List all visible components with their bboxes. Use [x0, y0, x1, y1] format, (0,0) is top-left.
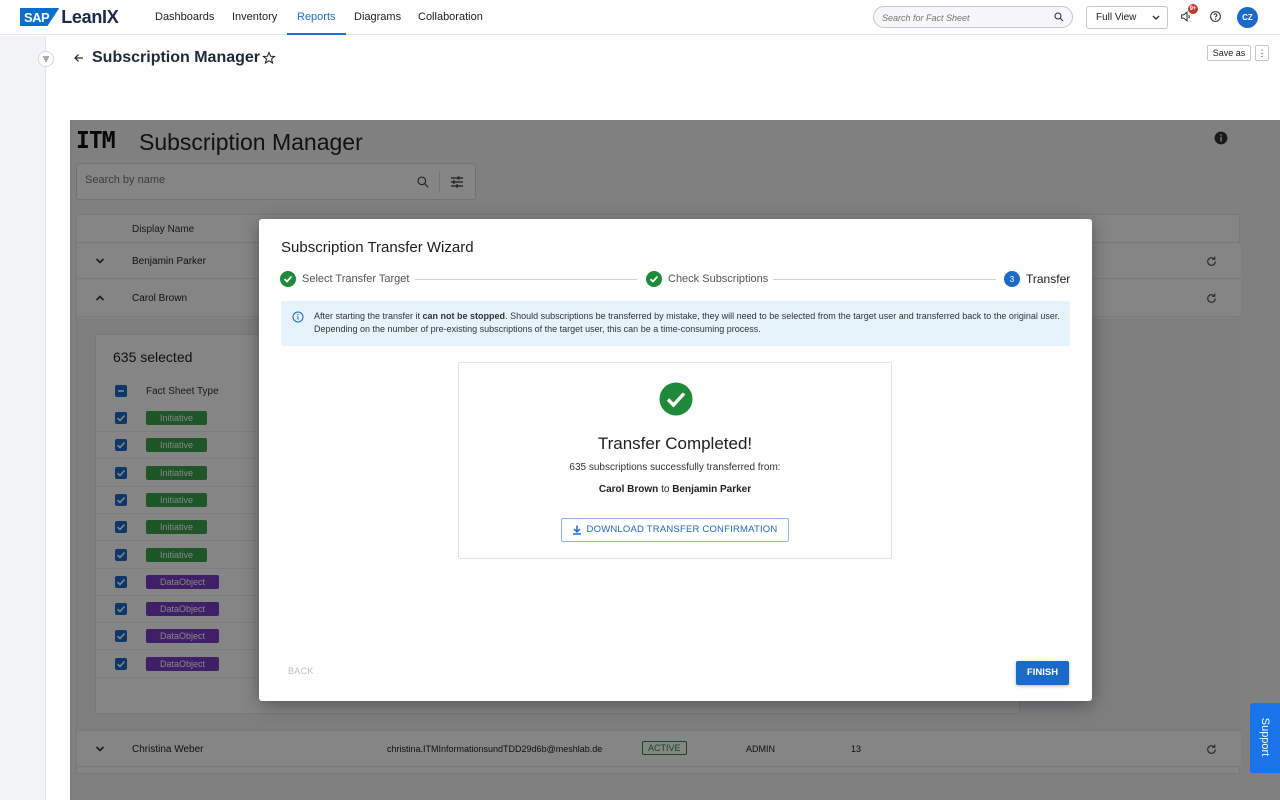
filter-icon: [43, 56, 49, 62]
check-circle-icon: [646, 271, 662, 287]
step-number: 3: [1004, 271, 1020, 287]
left-filter-rail: [0, 36, 46, 800]
info-outline-icon: [292, 311, 304, 323]
back-button[interactable]: BACK: [288, 666, 314, 676]
to-user: Benjamin Parker: [672, 484, 752, 495]
nav-collaboration[interactable]: Collaboration: [418, 0, 483, 35]
sap-logo: SAP: [20, 8, 60, 26]
check-circle-icon: [280, 271, 296, 287]
step-connector: [773, 279, 996, 280]
help-icon[interactable]: [1209, 10, 1222, 23]
nav-inventory[interactable]: Inventory: [232, 0, 277, 35]
top-navigation-bar: SAP LeanIX Dashboards Inventory Reports …: [0, 0, 1280, 35]
view-select[interactable]: Full View: [1086, 6, 1168, 29]
favorite-star-icon[interactable]: [262, 51, 276, 65]
page-title: Subscription Manager: [92, 49, 261, 66]
transfer-wizard-dialog: Subscription Transfer Wizard Select Tran…: [259, 219, 1092, 701]
chevron-down-icon: [1152, 15, 1160, 20]
filter-panel-toggle[interactable]: [38, 51, 54, 67]
step-transfer: 3 Transfer: [1004, 271, 1070, 287]
more-options-button[interactable]: ⋮: [1255, 45, 1269, 61]
warning-alert: After starting the transfer it can not b…: [281, 301, 1070, 346]
sap-leanix-logo[interactable]: SAP LeanIX: [20, 6, 119, 27]
step-connector: [415, 279, 637, 280]
fact-sheet-search[interactable]: [873, 6, 1073, 28]
nav-diagrams[interactable]: Diagrams: [354, 0, 401, 35]
support-tab[interactable]: Support: [1250, 703, 1280, 773]
from-user: Carol Brown: [598, 484, 659, 495]
download-label: DOWNLOAD TRANSFER CONFIRMATION: [586, 524, 778, 535]
transfer-result-card: Transfer Completed! 635 subscriptions su…: [458, 362, 892, 559]
to-word: to: [661, 484, 670, 495]
step-select-transfer-target: Select Transfer Target: [280, 271, 409, 287]
success-check-icon: [659, 382, 693, 416]
step-label: Select Transfer Target: [302, 273, 410, 285]
download-confirmation-button[interactable]: DOWNLOAD TRANSFER CONFIRMATION: [561, 518, 789, 542]
support-label: Support: [1259, 717, 1271, 757]
save-as-button[interactable]: Save as: [1207, 45, 1251, 61]
result-title: Transfer Completed!: [597, 434, 753, 453]
step-label: Check Subscriptions: [668, 273, 769, 285]
finish-button[interactable]: FINISH: [1016, 661, 1069, 685]
result-message: 635 subscriptions successfully transferr…: [569, 462, 781, 473]
search-icon[interactable]: [1053, 11, 1065, 23]
view-select-value: Full View: [1096, 12, 1137, 23]
nav-reports[interactable]: Reports: [287, 0, 346, 35]
step-label: Transfer: [1026, 272, 1071, 286]
download-icon: [573, 525, 581, 535]
leanix-wordmark: LeanIX: [61, 6, 119, 27]
back-arrow-icon[interactable]: [73, 52, 85, 64]
dialog-title: Subscription Transfer Wizard: [281, 239, 474, 256]
transfer-users: Carol Brown to Benjamin Parker: [459, 484, 891, 495]
user-avatar[interactable]: CZ: [1237, 7, 1258, 28]
alert-text: After starting the transfer it can not b…: [314, 311, 1060, 334]
nav-dashboards[interactable]: Dashboards: [155, 0, 214, 35]
step-check-subscriptions: Check Subscriptions: [646, 271, 768, 287]
fact-sheet-search-input[interactable]: [882, 10, 1052, 25]
notification-badge: 9+: [1188, 4, 1198, 14]
